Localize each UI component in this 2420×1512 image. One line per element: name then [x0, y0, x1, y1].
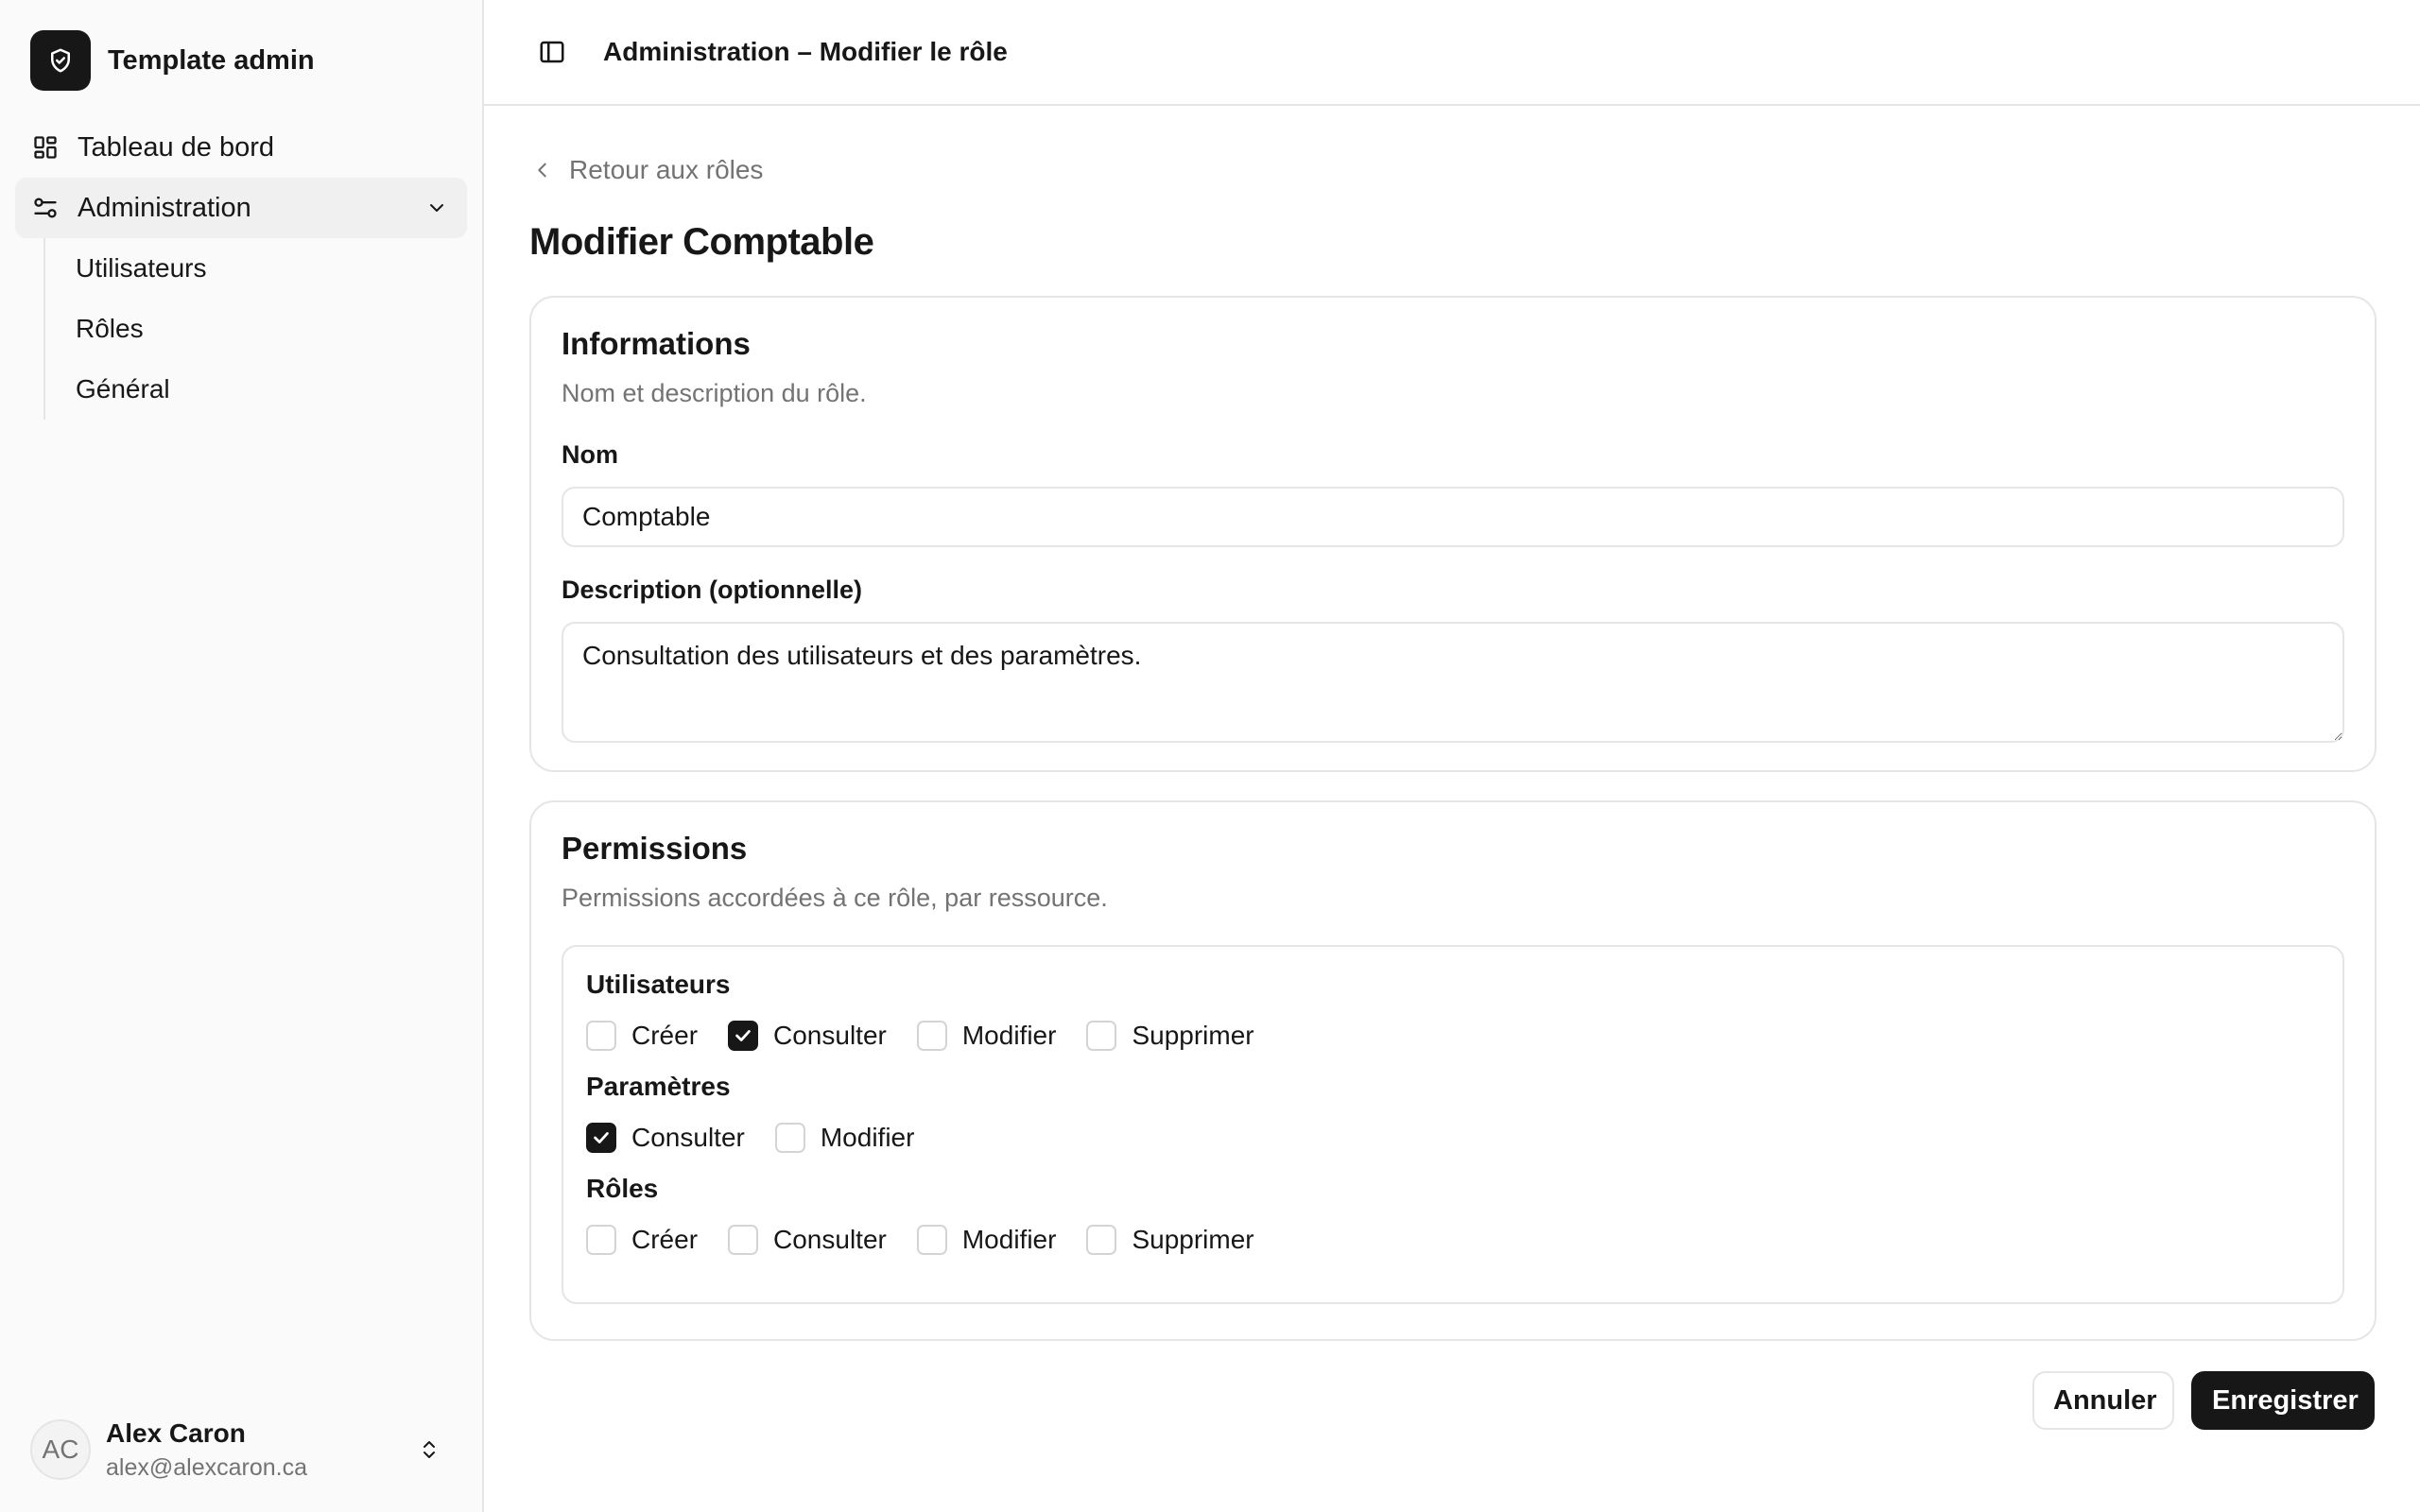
- sidebar-nav: Tableau de bord Administration Utilisate…: [0, 117, 482, 420]
- breadcrumb: Administration – Modifier le rôle: [603, 37, 1008, 66]
- permission-row: Créer Consulter Modifier Supprimer: [586, 1221, 2320, 1259]
- permission-row: Consulter Modifier: [586, 1119, 2320, 1157]
- permissions-card-description: Permissions accordées à ce rôle, par res…: [562, 884, 1108, 912]
- back-link-label: Retour aux rôles: [569, 155, 764, 184]
- sidebar-item-administration[interactable]: Administration: [15, 178, 467, 238]
- permission-users-edit[interactable]: Modifier: [916, 1021, 1057, 1051]
- sidebar-subnav: Utilisateurs Rôles Général: [43, 238, 467, 420]
- name-label: Nom: [562, 440, 618, 469]
- save-button[interactable]: Enregistrer: [2191, 1371, 2375, 1430]
- permission-label: Créer: [631, 1225, 699, 1254]
- permissions-card-title: Permissions: [562, 831, 748, 866]
- permission-group-title: Rôles: [586, 1174, 659, 1203]
- checkbox[interactable]: [1086, 1021, 1117, 1051]
- permission-label: Modifier: [961, 1225, 1057, 1254]
- sidebar-subitem-general[interactable]: Général: [62, 359, 452, 420]
- permission-users-delete[interactable]: Supprimer: [1086, 1021, 1254, 1051]
- permission-roles-view[interactable]: Consulter: [728, 1225, 887, 1255]
- page-title: Modifier Comptable: [529, 221, 874, 263]
- permission-row: Créer Consulter Modifier Supprimer: [586, 1017, 2320, 1055]
- sidebar-item-dashboard[interactable]: Tableau de bord: [15, 117, 467, 178]
- permission-group-title: Utilisateurs: [586, 970, 731, 999]
- user-menu[interactable]: AC Alex Caron alex@alexcaron.ca: [30, 1416, 452, 1484]
- sidebar-item-label: Administration: [78, 192, 251, 223]
- permission-group-title: Paramètres: [586, 1072, 731, 1101]
- checkbox[interactable]: [728, 1021, 759, 1051]
- user-info: Alex Caron alex@alexcaron.ca: [106, 1418, 414, 1482]
- permission-label: Modifier: [961, 1021, 1057, 1050]
- sidebar: Template admin Tableau de bord Administr…: [0, 0, 484, 1512]
- info-card-title: Informations: [562, 326, 751, 361]
- checkbox[interactable]: [774, 1123, 805, 1153]
- check-icon: [735, 1030, 751, 1041]
- permission-label: Consulter: [631, 1123, 745, 1152]
- check-icon: [594, 1132, 609, 1143]
- permissions-card: Permissions Permissions accordées à ce r…: [529, 800, 2377, 1341]
- avatar: AC: [30, 1419, 91, 1480]
- permissions-list: Utilisateurs Créer Consulter Modifier Su…: [562, 945, 2344, 1304]
- cancel-button[interactable]: Annuler: [2032, 1371, 2174, 1430]
- permission-roles-edit[interactable]: Modifier: [916, 1225, 1057, 1255]
- sidebar-toggle-icon[interactable]: [522, 22, 582, 82]
- dashboard-icon: [30, 132, 60, 163]
- permission-label: Supprimer: [1132, 1021, 1254, 1050]
- sidebar-subitem-users[interactable]: Utilisateurs: [62, 238, 452, 299]
- shield-check-icon: [30, 30, 91, 91]
- permission-roles-delete[interactable]: Supprimer: [1086, 1225, 1254, 1255]
- checkbox[interactable]: [586, 1123, 616, 1153]
- sliders-icon: [30, 193, 60, 223]
- permission-label: Modifier: [820, 1123, 915, 1152]
- checkbox[interactable]: [728, 1225, 759, 1255]
- info-card: Informations Nom et description du rôle.…: [529, 296, 2377, 772]
- sidebar-subitem-roles[interactable]: Rôles: [62, 299, 452, 359]
- brand[interactable]: Template admin: [30, 30, 482, 91]
- back-link[interactable]: Retour aux rôles: [529, 147, 763, 193]
- sidebar-item-label: Tableau de bord: [78, 131, 274, 163]
- permission-label: Créer: [631, 1021, 699, 1050]
- permission-settings-view[interactable]: Consulter: [586, 1123, 745, 1153]
- description-label: Description (optionnelle): [562, 576, 863, 604]
- checkbox[interactable]: [586, 1225, 616, 1255]
- permission-group-roles: Rôles Créer Consulter Modifier Supprimer: [586, 1174, 2320, 1259]
- checkbox[interactable]: [1086, 1225, 1117, 1255]
- permission-group-settings: Paramètres Consulter Modifier: [586, 1072, 2320, 1157]
- user-email: alex@alexcaron.ca: [106, 1453, 307, 1481]
- permission-label: Consulter: [773, 1021, 887, 1050]
- brand-name: Template admin: [108, 44, 315, 76]
- info-card-description: Nom et description du rôle.: [562, 379, 867, 407]
- chevrons-up-down-icon[interactable]: [414, 1435, 444, 1465]
- permission-label: Consulter: [773, 1225, 887, 1254]
- checkbox[interactable]: [916, 1021, 947, 1051]
- name-field[interactable]: [562, 487, 2344, 547]
- checkbox[interactable]: [586, 1021, 616, 1051]
- topbar: Administration – Modifier le rôle: [484, 0, 2420, 106]
- checkbox[interactable]: [916, 1225, 947, 1255]
- permission-roles-create[interactable]: Créer: [586, 1225, 698, 1255]
- chevron-left-icon: [529, 157, 556, 183]
- permission-users-view[interactable]: Consulter: [728, 1021, 887, 1051]
- permission-label: Supprimer: [1132, 1225, 1254, 1254]
- permission-group-users: Utilisateurs Créer Consulter Modifier Su…: [586, 970, 2320, 1055]
- page-content: Retour aux rôles Modifier Comptable Info…: [484, 106, 2420, 1430]
- main: Administration – Modifier le rôle Retour…: [484, 0, 2420, 1512]
- app: Template admin Tableau de bord Administr…: [0, 0, 2420, 1512]
- chevron-down-icon: [422, 193, 452, 223]
- form-actions: Annuler Enregistrer: [529, 1371, 2377, 1430]
- permission-users-create[interactable]: Créer: [586, 1021, 698, 1051]
- permission-settings-edit[interactable]: Modifier: [774, 1123, 915, 1153]
- user-name: Alex Caron: [106, 1418, 246, 1449]
- description-field[interactable]: Consultation des utilisateurs et des par…: [562, 622, 2344, 743]
